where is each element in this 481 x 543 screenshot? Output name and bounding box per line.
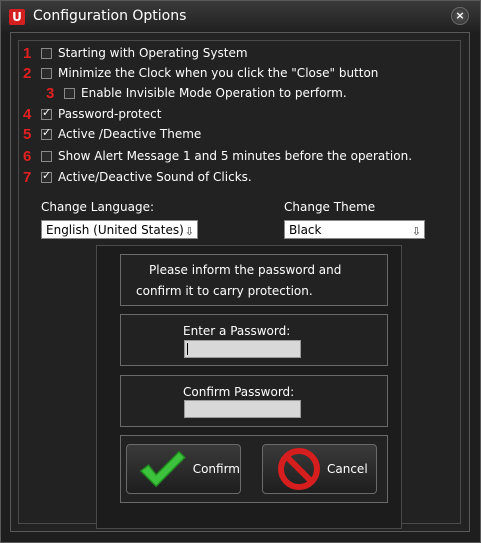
option-6[interactable]: 6 Show Alert Message 1 and 5 minutes bef…: [23, 147, 412, 165]
enter-password-input[interactable]: [184, 340, 301, 358]
theme-select[interactable]: Black ⇩: [284, 220, 425, 239]
option-label: Active/Deactive Sound of Clicks.: [58, 170, 252, 184]
language-select[interactable]: English (United States) ⇩: [41, 220, 198, 239]
close-button[interactable]: ×: [451, 7, 469, 25]
enter-password-box: Enter a Password:: [120, 314, 388, 366]
app-icon: U: [9, 9, 25, 25]
option-number: 5: [23, 125, 32, 143]
theme-value: Black: [289, 223, 322, 237]
option-checkbox[interactable]: [41, 126, 52, 140]
option-7[interactable]: 7 Active/Deactive Sound of Clicks.: [23, 168, 252, 186]
password-info-box: Please inform the password and confirm i…: [120, 254, 388, 306]
option-checkbox[interactable]: [41, 150, 52, 162]
option-number: 6: [23, 147, 32, 165]
confirm-password-input[interactable]: [184, 400, 301, 418]
no-entry-icon: [278, 448, 320, 490]
enter-password-label: Enter a Password:: [183, 324, 291, 338]
option-checkbox[interactable]: [41, 169, 52, 183]
option-label: Password-protect: [58, 107, 162, 121]
chevron-down-icon[interactable]: ⇩: [185, 222, 194, 241]
option-1[interactable]: 1 Starting with Operating System: [23, 44, 248, 62]
theme-label: Change Theme: [284, 200, 376, 214]
window-title: Configuration Options: [33, 8, 187, 24]
option-number: 4: [23, 105, 32, 123]
language-label: Change Language:: [41, 200, 155, 214]
option-number: 2: [23, 64, 32, 82]
info-line-2: confirm it to carry protection.: [136, 284, 313, 298]
option-number: 3: [46, 84, 55, 102]
confirm-password-label: Confirm Password:: [183, 385, 295, 399]
cancel-button[interactable]: Cancel: [262, 444, 377, 494]
option-3[interactable]: 3 Enable Invisible Mode Operation to per…: [46, 84, 347, 102]
option-2[interactable]: 2 Minimize the Clock when you click the …: [23, 64, 378, 82]
option-checkbox[interactable]: [41, 67, 52, 79]
confirm-label: Confirm: [192, 462, 240, 476]
chevron-down-icon[interactable]: ⇩: [412, 222, 421, 241]
option-checkbox[interactable]: [64, 87, 75, 99]
cancel-label: Cancel: [327, 462, 368, 476]
info-line-1: Please inform the password and: [149, 263, 342, 277]
option-5[interactable]: 5 Active /Deactive Theme: [23, 125, 201, 143]
option-number: 1: [23, 44, 32, 62]
title-bar[interactable]: U Configuration Options ×: [1, 1, 480, 33]
option-label: Starting with Operating System: [58, 46, 248, 60]
option-number: 7: [23, 168, 32, 186]
option-checkbox[interactable]: [41, 106, 52, 120]
option-label: Minimize the Clock when you click the "C…: [58, 66, 379, 80]
option-label: Active /Deactive Theme: [58, 127, 202, 141]
option-label: Show Alert Message 1 and 5 minutes befor…: [58, 149, 413, 163]
confirm-button[interactable]: Confirm: [126, 444, 241, 494]
option-label: Enable Invisible Mode Operation to perfo…: [81, 86, 347, 100]
confirm-password-box: Confirm Password:: [120, 375, 388, 427]
text-cursor: [187, 343, 188, 355]
language-value: English (United States): [46, 223, 184, 237]
check-icon: [139, 450, 186, 488]
option-checkbox[interactable]: [41, 47, 52, 59]
option-4[interactable]: 4 Password-protect: [23, 105, 161, 123]
